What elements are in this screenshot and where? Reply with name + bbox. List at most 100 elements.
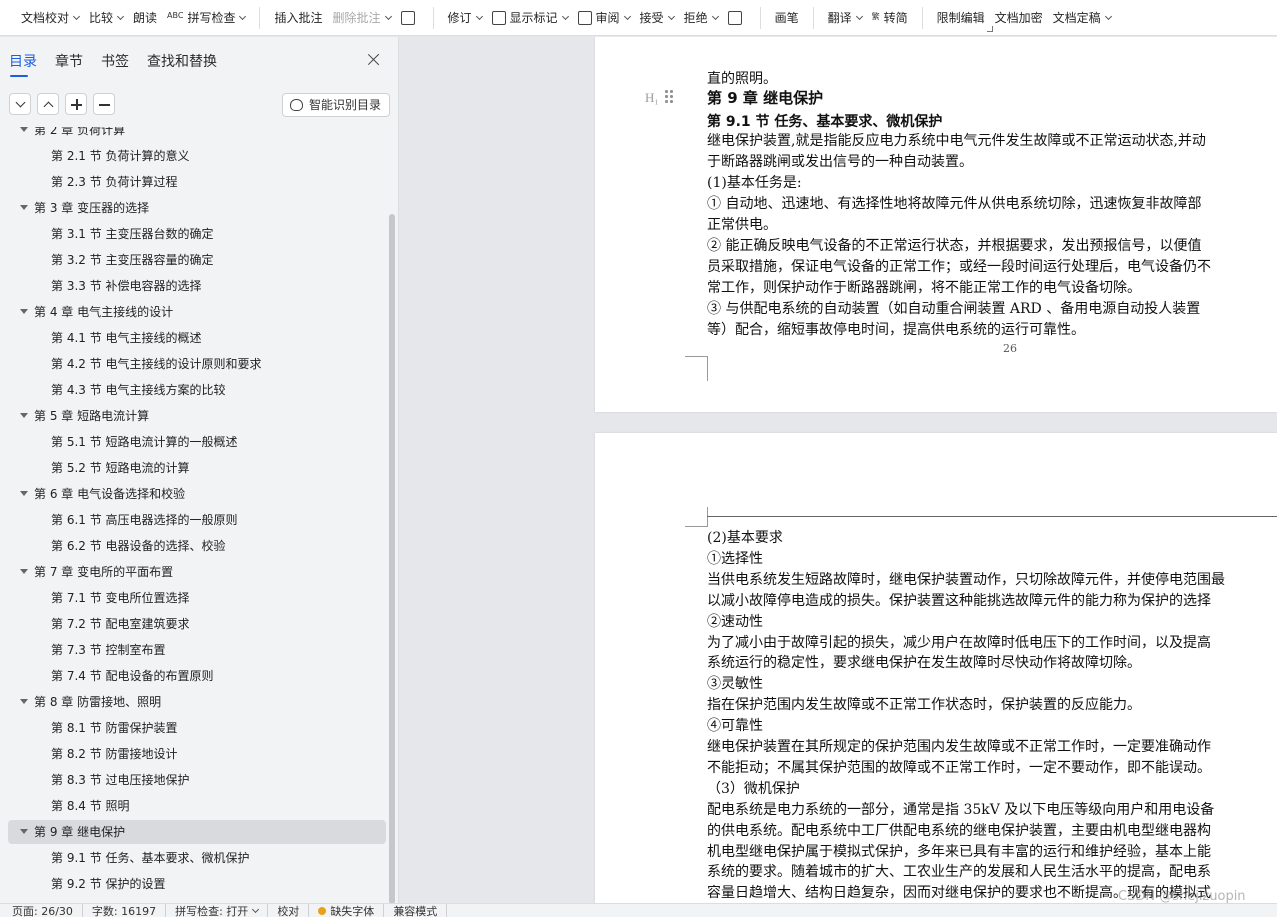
ribbon-item-16-button[interactable]: 限制编辑 <box>932 6 990 30</box>
toc-chapter-item[interactable]: 第 5 章 短路电流计算 <box>8 404 386 428</box>
ribbon-show-markup-button[interactable]: 显示标记 <box>487 6 573 30</box>
toc-chapter-item[interactable]: 第 8 章 防雷接地、照明 <box>8 690 386 714</box>
toc-item-label: 第 2.3 节 负荷计算过程 <box>51 175 178 189</box>
previous-change-icon <box>727 10 742 25</box>
toc-section-item[interactable]: 第 8.3 节 过电压接地保护 <box>8 768 386 792</box>
ribbon-label: 显示标记 <box>509 11 558 25</box>
caret-down-icon[interactable] <box>20 699 28 704</box>
paragraph-line: (2)基本要求 <box>707 530 783 546</box>
toc-list: 第 2 章 负荷计算 第 2.1 节 负荷计算的意义第 2.3 节 负荷计算过程… <box>0 127 388 903</box>
toc-section-item[interactable]: 第 8.2 节 防雷接地设计 <box>8 742 386 766</box>
smart-toc-button[interactable]: 智能识别目录 <box>282 93 391 117</box>
ribbon-review-pane-button[interactable]: 审阅 <box>573 6 635 30</box>
paragraph-line: （3）微机保护 <box>707 780 800 797</box>
toc-section-item[interactable]: 第 7.4 节 配电设备的布置原则 <box>8 664 386 688</box>
status-item[interactable]: 页面: 26/30 <box>0 904 83 917</box>
toc-section-item[interactable]: 第 3.1 节 主变压器台数的确定 <box>8 222 386 246</box>
toc-item-label: 第 4.3 节 电气主接线方案的比较 <box>51 383 226 397</box>
toc-section-item[interactable]: 第 4.3 节 电气主接线方案的比较 <box>8 378 386 402</box>
caret-down-icon[interactable] <box>20 569 28 574</box>
remove-heading-button[interactable] <box>93 93 115 115</box>
tab-find-replace[interactable]: 查找和替换 <box>147 51 217 77</box>
heading-level-icon[interactable]: H₁ <box>645 90 659 106</box>
ribbon-item-7-button[interactable]: 修订 <box>443 6 487 30</box>
toc-section-item[interactable]: 第 8.1 节 防雷保护装置 <box>8 716 386 740</box>
ribbon-group-launcher-icon[interactable] <box>987 26 993 32</box>
toc-chapter-item[interactable]: 第 7 章 变电所的平面布置 <box>8 560 386 584</box>
ribbon-item-2-button[interactable]: 朗读 <box>128 6 162 30</box>
caret-down-icon[interactable] <box>20 413 28 418</box>
toc-chapter-item[interactable]: 第 4 章 电气主接线的设计 <box>8 300 386 324</box>
crop-mark <box>685 526 708 527</box>
ribbon-label: 审阅 <box>595 11 620 25</box>
nav-scrollbar[interactable] <box>389 214 395 904</box>
toc-section-item[interactable]: 第 5.1 节 短路电流计算的一般概述 <box>8 430 386 454</box>
toc-section-item[interactable]: 第 3.3 节 补偿电容器的选择 <box>8 274 386 298</box>
toc-item-label: 第 9.1 节 任务、基本要求、微机保护 <box>51 851 250 865</box>
collapse-up-button[interactable] <box>37 93 59 115</box>
expand-down-button[interactable] <box>9 93 31 115</box>
ribbon-item-5-button[interactable]: 删除批注 <box>327 6 395 30</box>
close-nav-pane-icon[interactable] <box>366 52 382 68</box>
caret-down-icon[interactable] <box>20 205 28 210</box>
status-item[interactable]: 缺失字体 <box>309 904 385 917</box>
ribbon-convert-simplified-button[interactable]: 繁转简 <box>867 6 913 30</box>
toc-section-item[interactable]: 第 4.1 节 电气主接线的概述 <box>8 326 386 350</box>
ribbon-item-4-button[interactable]: 插入批注 <box>269 6 327 30</box>
toc-section-item[interactable]: 第 6.1 节 高压电器选择的一般原则 <box>8 508 386 532</box>
toc-section-item[interactable]: 第 7.2 节 配电室建筑要求 <box>8 612 386 636</box>
tab-bookmarks[interactable]: 书签 <box>101 51 129 77</box>
toc-section-item[interactable]: 第 6.2 节 电器设备的选择、校验 <box>8 534 386 558</box>
chevron-down-icon <box>475 12 483 20</box>
toc-section-item[interactable]: 第 2.3 节 负荷计算过程 <box>8 170 386 194</box>
ribbon-item-1-button[interactable]: 比较 <box>84 6 128 30</box>
caret-down-icon[interactable] <box>20 127 28 132</box>
add-heading-button[interactable] <box>65 93 87 115</box>
status-item[interactable]: 拼写检查: 打开 <box>166 904 269 917</box>
toc-section-item[interactable]: 第 8.4 节 照明 <box>8 794 386 818</box>
ribbon-item-17-button[interactable]: 文档加密 <box>990 6 1048 30</box>
toc-section-item[interactable]: 第 2.1 节 负荷计算的意义 <box>8 144 386 168</box>
ribbon-label: 朗读 <box>133 11 158 25</box>
ribbon-item-13-button[interactable]: 画笔 <box>770 6 804 30</box>
ribbon-spellcheck-button[interactable]: ABC 拼写检查 <box>162 6 250 30</box>
toc-item-label: 第 3.1 节 主变压器台数的确定 <box>51 227 214 241</box>
paragraph-line: ① 自动地、迅速地、有选择性地将故障元件从供电系统切除，迅速恢复非故障部 <box>707 196 1202 212</box>
status-item[interactable]: 字数: 16197 <box>83 904 167 917</box>
toc-item-label: 第 8.4 节 照明 <box>51 799 130 813</box>
toc-section-item[interactable]: 第 9.1 节 任务、基本要求、微机保护 <box>8 846 386 870</box>
toc-section-item[interactable]: 第 7.3 节 控制室布置 <box>8 638 386 662</box>
ribbon-item-10-button[interactable]: 接受 <box>635 6 679 30</box>
ribbon-item-14-button[interactable]: 翻译 <box>823 6 867 30</box>
comment-next-button[interactable] <box>396 6 424 30</box>
status-item[interactable]: 兼容模式 <box>384 904 448 917</box>
toc-chapter-item[interactable]: 第 3 章 变压器的选择 <box>8 196 386 220</box>
tab-chapters[interactable]: 章节 <box>55 51 83 77</box>
toc-section-item[interactable]: 第 5.2 节 短路电流的计算 <box>8 456 386 480</box>
paragraph-line: ①选择性 <box>707 550 763 567</box>
toc-section-item[interactable]: 第 7.1 节 变电所位置选择 <box>8 586 386 610</box>
ribbon-item-0-button[interactable]: 文档校对 <box>16 6 84 30</box>
status-bar: 页面: 26/30 字数: 16197 拼写检查: 打开 校对 缺失字体 兼容模式 <box>0 903 1277 917</box>
caret-down-icon[interactable] <box>20 829 28 834</box>
toc-item-label: 第 3.2 节 主变压器容量的确定 <box>51 253 214 267</box>
toc-chapter-item[interactable]: 第 9 章 继电保护 <box>8 820 386 844</box>
paragraph-line: ② 能正确反映电气设备的不正常运行状态，并根据要求，发出预报信号，以便值 <box>707 238 1202 254</box>
toc-chapter-item[interactable]: 第 6 章 电气设备选择和校验 <box>8 482 386 506</box>
caret-down-icon[interactable] <box>20 309 28 314</box>
chevron-up-icon <box>43 101 54 112</box>
ribbon-item-11-button[interactable]: 拒绝 <box>679 6 723 30</box>
smart-recognize-icon <box>290 99 303 111</box>
tab-toc[interactable]: 目录 <box>9 51 37 77</box>
toc-item-label: 第 8 章 防雷接地、照明 <box>34 695 162 709</box>
previous-change-button[interactable] <box>723 6 751 30</box>
drag-handle-icon[interactable] <box>665 90 675 104</box>
toc-section-item[interactable]: 第 3.2 节 主变压器容量的确定 <box>8 248 386 272</box>
toc-section-item[interactable]: 第 4.2 节 电气主接线的设计原则和要求 <box>8 352 386 376</box>
ribbon-item-18-button[interactable]: 文档定稿 <box>1048 6 1116 30</box>
toc-section-item[interactable]: 第 9.2 节 保护的设置 <box>8 872 386 896</box>
caret-down-icon[interactable] <box>20 491 28 496</box>
toc-chapter-item[interactable]: 第 2 章 负荷计算 <box>8 127 386 142</box>
document-canvas[interactable]: H₁ 直的照明。第 9 章 继电保护第 9.1 节 任务、基本要求、微机保护 继电… <box>400 37 1277 903</box>
status-item[interactable]: 校对 <box>268 904 310 917</box>
